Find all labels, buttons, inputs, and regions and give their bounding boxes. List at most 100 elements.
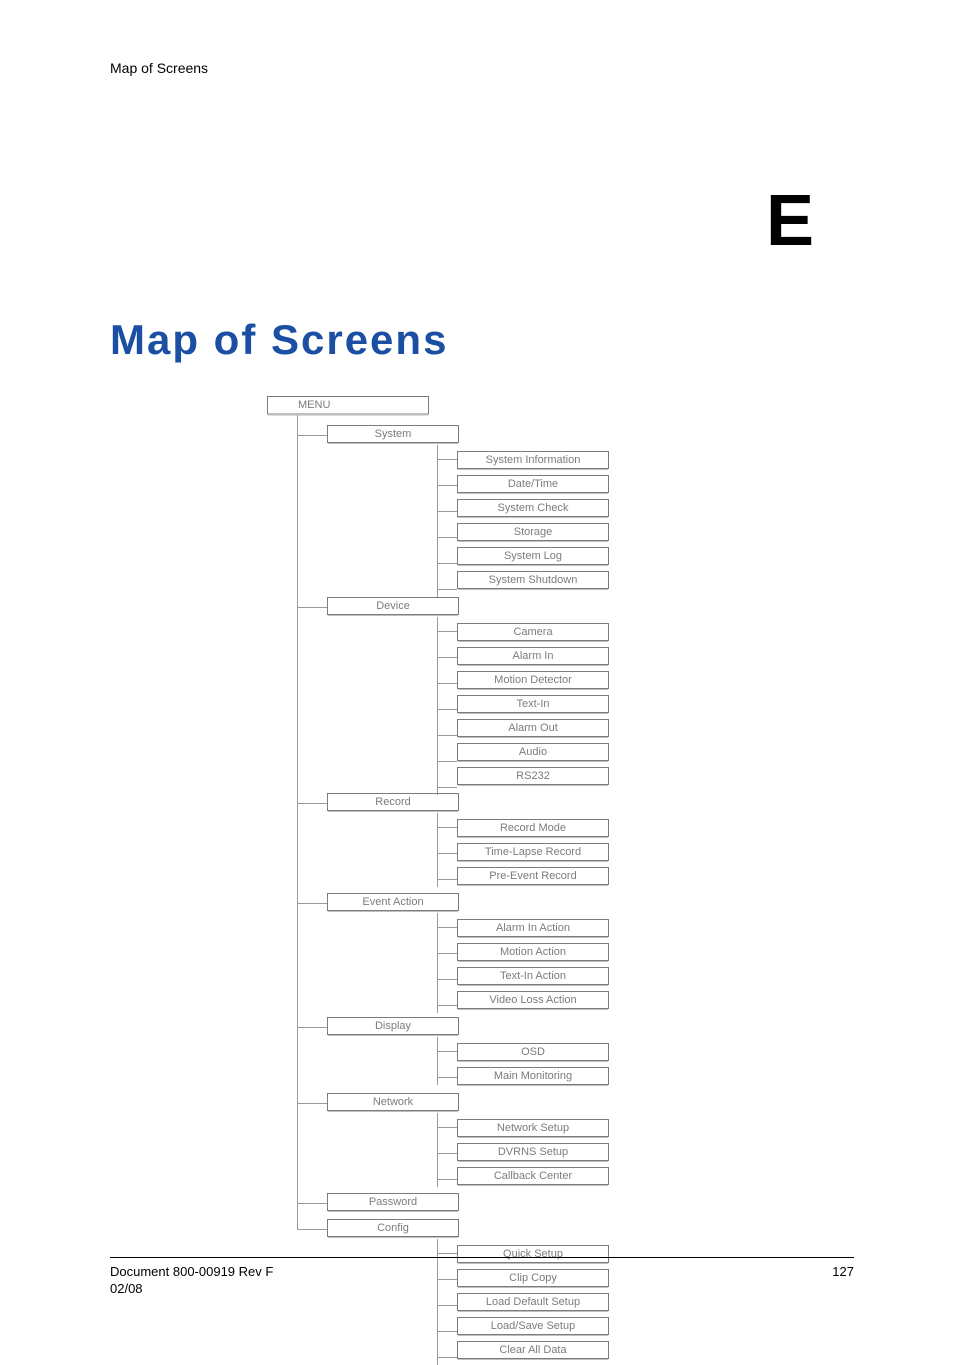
connector-line xyxy=(437,563,457,564)
menu-leaf-stack: Camera Alarm In Motion Detector Text-In Alar… xyxy=(457,623,697,785)
menu-group: Password xyxy=(327,1193,697,1211)
menu-group: SystemSystem InformationDate/TimeSystem … xyxy=(327,425,697,589)
appendix-letter: E xyxy=(766,180,814,262)
menu-leaf: Clear All Data xyxy=(457,1341,609,1359)
connector-line xyxy=(437,709,457,710)
connector-line xyxy=(437,537,457,538)
menu-category: Display xyxy=(327,1017,459,1035)
menu-leaf: System Check xyxy=(457,499,609,517)
menu-leaf-stack: System Information Date/Time System Check S… xyxy=(457,451,697,589)
connector-line xyxy=(437,761,457,762)
connector-line xyxy=(297,1027,327,1028)
menu-leaf: System Log xyxy=(457,547,609,565)
connector-line xyxy=(437,445,438,597)
connector-line xyxy=(437,657,457,658)
menu-group: Display OSD Main Monitoring xyxy=(327,1017,697,1085)
footer-date: 02/08 xyxy=(110,1281,143,1296)
menu-leaf: Storage xyxy=(457,523,609,541)
menu-leaf: Record Mode xyxy=(457,819,609,837)
footer-page-number: 127 xyxy=(832,1264,854,1298)
menu-leaf: Alarm In xyxy=(457,647,609,665)
connector-line xyxy=(437,827,457,828)
menu-group: Network Network Setup DVRNS Setup Callback … xyxy=(327,1093,697,1185)
connector-line xyxy=(297,607,327,608)
page-footer: Document 800-00919 Rev F 02/08 127 xyxy=(110,1257,854,1298)
menu-group: Device Camera Alarm In Motion Detector Text-… xyxy=(327,597,697,785)
menu-leaf: Audio xyxy=(457,743,609,761)
page-title: Map of Screens xyxy=(110,316,854,364)
menu-leaf: OSD xyxy=(457,1043,609,1061)
connector-line xyxy=(437,1077,457,1078)
connector-line xyxy=(297,1103,327,1104)
connector-line xyxy=(437,953,457,954)
connector-line xyxy=(437,853,457,854)
menu-group: Event Action Alarm In Action Motion Action… xyxy=(327,893,697,1009)
menu-leaf: Alarm In Action xyxy=(457,919,609,937)
connector-line xyxy=(437,1305,457,1306)
connector-line xyxy=(437,683,457,684)
connector-line xyxy=(297,1203,327,1204)
connector-line xyxy=(297,1229,327,1230)
menu-leaf: Motion Action xyxy=(457,943,609,961)
connector-line xyxy=(437,1331,457,1332)
menu-leaf: RS232 xyxy=(457,767,609,785)
menu-category: Record xyxy=(327,793,459,811)
connector-line xyxy=(437,979,457,980)
connector-line xyxy=(297,415,298,1229)
connector-line xyxy=(437,927,457,928)
menu-leaf: Main Monitoring xyxy=(457,1067,609,1085)
menu-leaf: Callback Center xyxy=(457,1167,609,1185)
menu-category: Device xyxy=(327,597,459,615)
connector-line xyxy=(437,589,457,590)
connector-line xyxy=(437,913,438,1013)
footer-doc: Document 800-00919 Rev F xyxy=(110,1264,273,1279)
connector-line xyxy=(437,1051,457,1052)
menu-category: Config xyxy=(327,1219,459,1237)
connector-line xyxy=(437,1153,457,1154)
connector-line xyxy=(297,435,327,436)
menu-category: Event Action xyxy=(327,893,459,911)
connector-line xyxy=(437,879,457,880)
menu-leaf: Time-Lapse Record xyxy=(457,843,609,861)
menu-leaf-stack: Network Setup DVRNS Setup Callback Center xyxy=(457,1119,697,1185)
connector-line xyxy=(437,511,457,512)
menu-leaf: Network Setup xyxy=(457,1119,609,1137)
menu-leaf: Date/Time xyxy=(457,475,609,493)
connector-line xyxy=(437,1113,438,1187)
menu-leaf-stack: OSD Main Monitoring xyxy=(457,1043,697,1085)
menu-leaf: DVRNS Setup xyxy=(457,1143,609,1161)
connector-line xyxy=(297,903,327,904)
menu-leaf: Text-In xyxy=(457,695,609,713)
menu-leaf: Alarm Out xyxy=(457,719,609,737)
menu-category: Network xyxy=(327,1093,459,1111)
menu-category: Password xyxy=(327,1193,459,1211)
menu-leaf: System Shutdown xyxy=(457,571,609,589)
connector-line xyxy=(437,631,457,632)
menu-group: Record Record Mode Time-Lapse Record Pre-Ev… xyxy=(327,793,697,885)
connector-line xyxy=(297,803,327,804)
menu-leaf: Load/Save Setup xyxy=(457,1317,609,1335)
connector-line xyxy=(437,1253,457,1254)
menu-root: MENU xyxy=(267,396,429,415)
connector-line xyxy=(437,1005,457,1006)
menu-leaf: Camera xyxy=(457,623,609,641)
menu-leaf: Video Loss Action xyxy=(457,991,609,1009)
connector-line xyxy=(437,1357,457,1358)
menu-leaf: Text-In Action xyxy=(457,967,609,985)
running-header: Map of Screens xyxy=(110,60,854,76)
connector-line xyxy=(437,617,438,795)
menu-leaf: System Information xyxy=(457,451,609,469)
menu-leaf-stack: Record Mode Time-Lapse Record Pre-Event Re… xyxy=(457,819,697,885)
connector-line xyxy=(437,787,457,788)
connector-line xyxy=(437,459,457,460)
connector-line xyxy=(437,1179,457,1180)
connector-line xyxy=(437,1127,457,1128)
connector-line xyxy=(437,813,438,887)
screen-map-diagram: MENUSystemSystem InformationDate/TimeSys… xyxy=(267,396,697,1359)
connector-line xyxy=(437,735,457,736)
menu-leaf: Pre-Event Record xyxy=(457,867,609,885)
menu-leaf: Motion Detector xyxy=(457,671,609,689)
menu-leaf-stack: Alarm In Action Motion Action Text-In Acti… xyxy=(457,919,697,1009)
menu-category: System xyxy=(327,425,459,443)
connector-line xyxy=(437,485,457,486)
